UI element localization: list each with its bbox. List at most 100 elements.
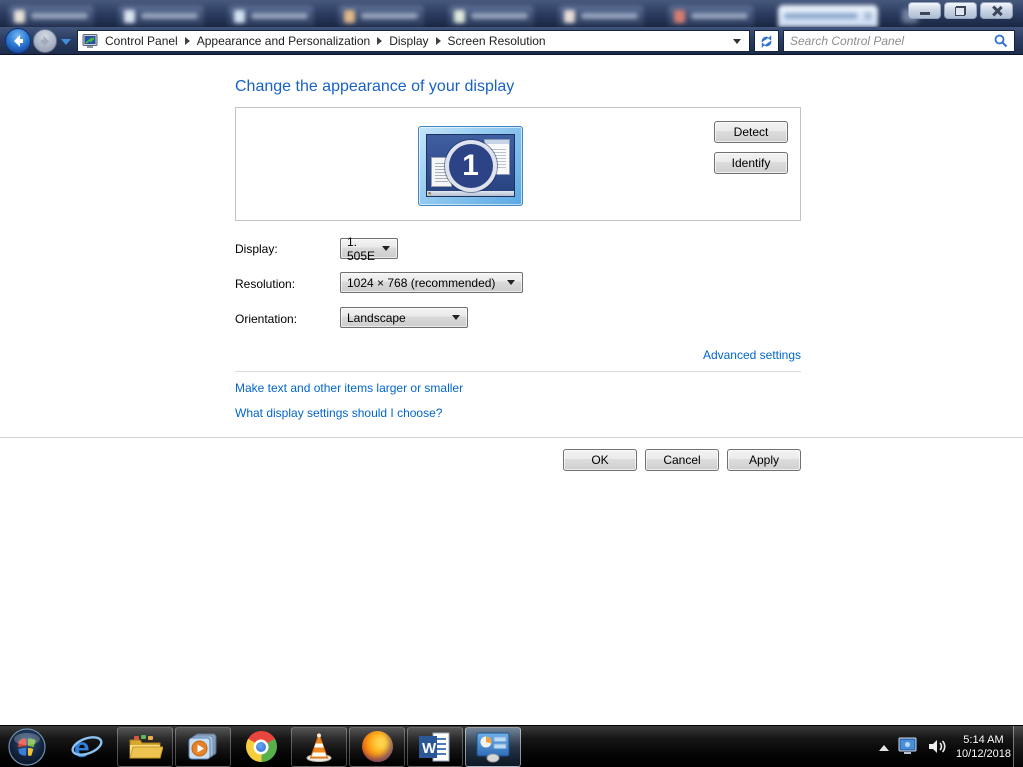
resolution-label: Resolution: (235, 277, 295, 291)
breadcrumb-item-display[interactable]: Display (389, 34, 428, 48)
taskbar: e (0, 725, 1023, 767)
word-icon: W (418, 731, 452, 763)
clock-time: 5:14 AM (956, 733, 1011, 747)
close-icon (991, 5, 1002, 16)
taskbar-buttons: e (0, 726, 522, 767)
background-tab[interactable] (338, 5, 424, 27)
chevron-down-icon (452, 315, 460, 320)
background-tab[interactable] (8, 5, 94, 27)
tab-favicon-icon (14, 10, 25, 23)
search-input[interactable] (790, 34, 994, 48)
background-tab-active[interactable] (778, 5, 878, 27)
monitor-number-badge: 1 (445, 140, 497, 192)
orientation-value: Landscape (347, 311, 406, 325)
taskbar-item-chrome[interactable] (233, 727, 289, 767)
minimize-button[interactable] (908, 2, 941, 19)
show-desktop-button[interactable] (1013, 726, 1023, 767)
mini-taskbar (427, 191, 514, 196)
svg-text:W: W (422, 740, 437, 757)
chevron-down-icon (507, 280, 515, 285)
taskbar-clock[interactable]: 5:14 AM 10/12/2018 (956, 733, 1011, 761)
minimize-icon (920, 12, 930, 15)
taskbar-item-media-player[interactable] (175, 727, 231, 767)
svg-text:e: e (74, 732, 90, 763)
breadcrumb: Control Panel Appearance and Personaliza… (105, 34, 546, 48)
address-dropdown-icon[interactable] (733, 39, 741, 44)
system-tray: 5:14 AM 10/12/2018 (879, 726, 1011, 767)
back-arrow-icon (11, 34, 25, 48)
breadcrumb-separator-icon (185, 37, 190, 45)
ok-button[interactable]: OK (563, 449, 637, 471)
window-controls (908, 2, 1013, 19)
display-settings-icon (474, 731, 512, 763)
make-text-larger-link[interactable]: Make text and other items larger or smal… (235, 381, 463, 395)
tray-network-display-icon[interactable] (898, 737, 919, 756)
taskbar-item-display-settings[interactable] (465, 727, 521, 767)
identify-button[interactable]: Identify (714, 152, 788, 174)
mini-start-orb-icon (428, 192, 431, 195)
background-tab[interactable] (448, 5, 534, 27)
volume-icon[interactable] (928, 738, 947, 755)
monitor-screen: 1 (426, 134, 515, 197)
page-title: Change the appearance of your display (235, 78, 514, 96)
show-hidden-icons-icon[interactable] (879, 745, 889, 751)
display-settings-help-link[interactable]: What display settings should I choose? (235, 406, 442, 420)
search-box (783, 30, 1015, 52)
restore-button[interactable] (944, 2, 977, 19)
internet-explorer-icon: e (70, 731, 104, 763)
forward-button[interactable] (33, 29, 57, 53)
navigation-bar: Control Panel Appearance and Personaliza… (0, 27, 1023, 55)
cancel-button[interactable]: Cancel (645, 449, 719, 471)
section-divider (235, 371, 801, 372)
taskbar-item-internet-explorer[interactable]: e (59, 727, 115, 767)
display-select[interactable]: 1. 505E (340, 238, 398, 259)
background-tab[interactable] (558, 5, 644, 27)
chevron-down-icon (382, 246, 390, 251)
background-tab[interactable] (668, 5, 754, 27)
breadcrumb-item-control-panel[interactable]: Control Panel (105, 34, 178, 48)
taskbar-item-firefox[interactable] (349, 727, 405, 767)
taskbar-item-vlc[interactable] (291, 727, 347, 767)
windows-start-icon (8, 728, 46, 766)
screen-resolution-page: Change the appearance of your display 1 … (0, 55, 1023, 725)
orientation-select[interactable]: Landscape (340, 307, 468, 328)
tab-favicon-icon (234, 10, 245, 23)
dialog-buttons: OK Cancel Apply (563, 449, 801, 471)
search-icon[interactable] (994, 34, 1008, 48)
start-button[interactable] (4, 727, 50, 767)
breadcrumb-item-screen-resolution[interactable]: Screen Resolution (448, 34, 546, 48)
tab-favicon-icon (124, 10, 135, 23)
apply-button[interactable]: Apply (727, 449, 801, 471)
restore-icon (955, 6, 966, 16)
display-label: Display: (235, 242, 278, 256)
recent-pages-dropdown-icon[interactable] (61, 39, 71, 45)
detect-button[interactable]: Detect (714, 121, 788, 143)
address-bar[interactable]: Control Panel Appearance and Personaliza… (77, 30, 750, 52)
forward-arrow-icon (39, 35, 52, 48)
screen-resolution-icon (82, 34, 99, 49)
background-tab[interactable] (118, 5, 204, 27)
folder-icon (127, 732, 163, 762)
orientation-label: Orientation: (235, 312, 297, 326)
footer-divider (0, 437, 1023, 438)
breadcrumb-item-appearance[interactable]: Appearance and Personalization (197, 34, 370, 48)
advanced-settings-link[interactable]: Advanced settings (235, 348, 801, 362)
close-button[interactable] (980, 2, 1013, 19)
tab-favicon-icon (564, 10, 575, 23)
monitor-preview[interactable]: 1 (418, 126, 523, 206)
resolution-select[interactable]: 1024 × 768 (recommended) (340, 272, 523, 293)
resolution-value: 1024 × 768 (recommended) (347, 276, 495, 290)
taskbar-item-windows-explorer[interactable] (117, 727, 173, 767)
background-browser-tabs (8, 5, 918, 27)
background-tab[interactable] (228, 5, 314, 27)
tab-close-icon[interactable] (864, 12, 872, 20)
tab-favicon-icon (674, 10, 685, 23)
refresh-button[interactable] (754, 30, 779, 52)
back-button[interactable] (5, 28, 31, 54)
display-value: 1. 505E (347, 235, 382, 263)
breadcrumb-separator-icon (377, 37, 382, 45)
monitor-preview-panel: 1 Detect Identify (235, 107, 801, 221)
taskbar-item-word[interactable]: W (407, 727, 463, 767)
media-player-icon (187, 732, 219, 762)
firefox-icon (362, 731, 393, 762)
